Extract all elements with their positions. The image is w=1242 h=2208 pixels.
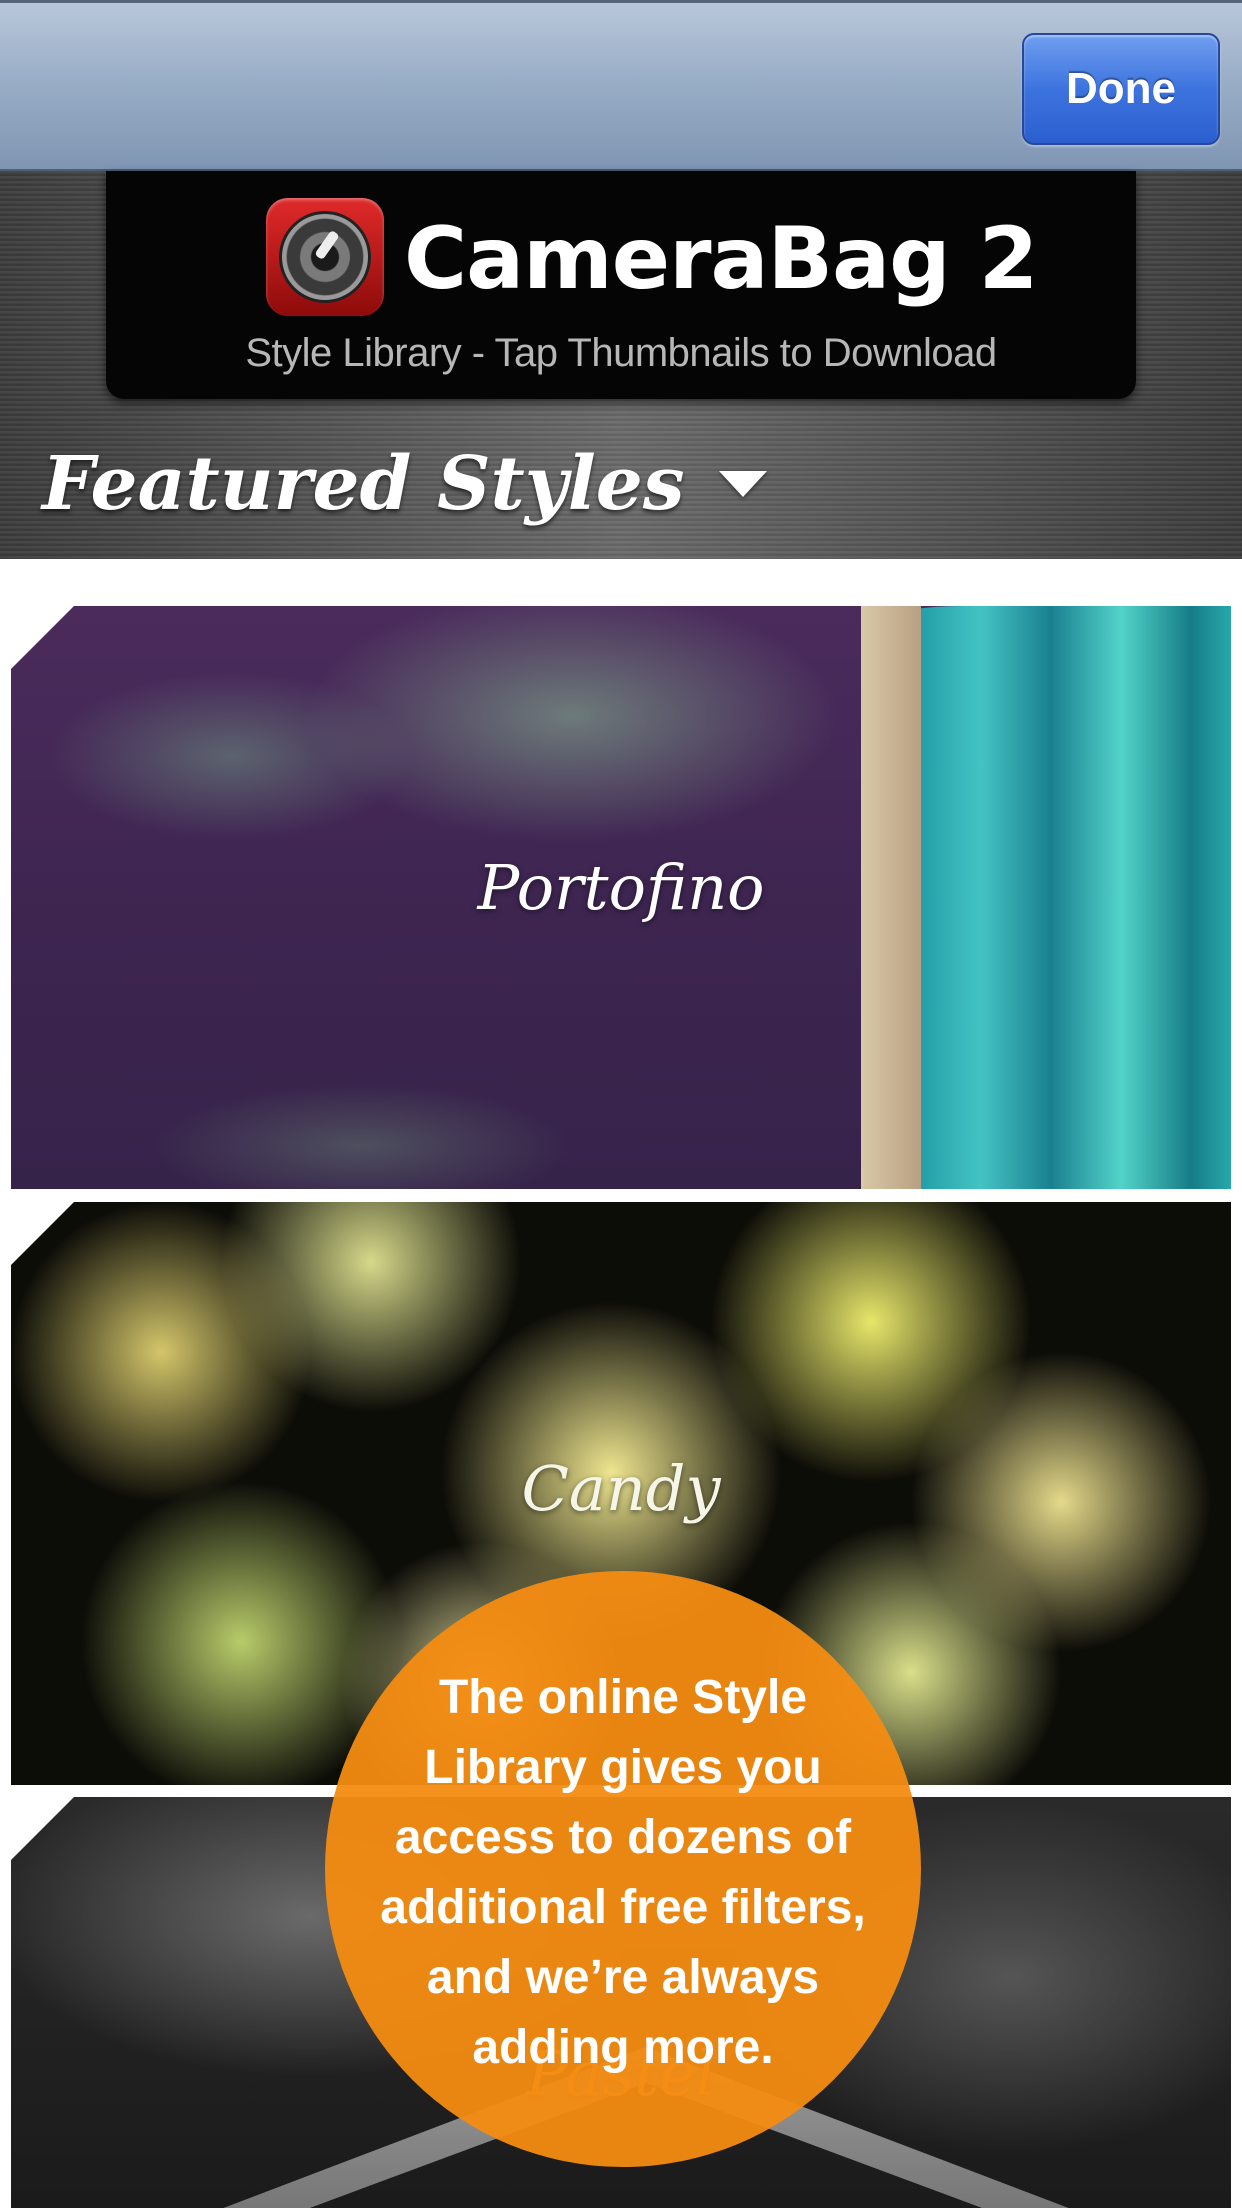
style-name: Portofino — [477, 851, 765, 924]
camera-lens-icon — [266, 198, 384, 316]
promo-bubble: The online Style Library gives you acces… — [325, 1571, 921, 2167]
logo-panel: CameraBag 2 Style Library - Tap Thumbnai… — [106, 171, 1136, 399]
style-thumbnail-portofino[interactable]: Portofino — [11, 606, 1231, 1189]
featured-styles-dropdown[interactable]: Featured Styles — [42, 429, 767, 539]
library-header: CameraBag 2 Style Library - Tap Thumbnai… — [0, 171, 1242, 559]
featured-styles-label: Featured Styles — [42, 441, 685, 527]
library-subtitle: Style Library - Tap Thumbnails to Downlo… — [245, 331, 997, 375]
navigation-bar: Done — [0, 0, 1242, 171]
caret-down-icon — [718, 471, 767, 497]
promo-text: The online Style Library gives you acces… — [380, 1671, 866, 2074]
style-name: Candy — [521, 1452, 721, 1525]
app-name: CameraBag 2 — [404, 209, 1038, 309]
done-button[interactable]: Done — [1022, 33, 1220, 145]
